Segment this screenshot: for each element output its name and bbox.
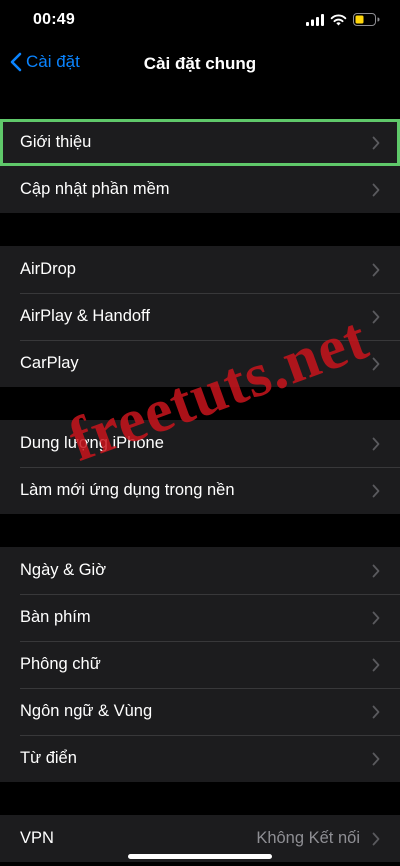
settings-row[interactable]: Làm mới ứng dụng trong nền [0,467,400,514]
settings-row[interactable]: Phông chữ [0,641,400,688]
section-spacer [0,387,400,420]
section-spacer [0,782,400,815]
settings-row[interactable]: Bàn phím [0,594,400,641]
settings-row[interactable]: Cập nhật phần mềm [0,166,400,213]
settings-row[interactable]: Từ điển [0,735,400,782]
settings-row[interactable]: Ngày & Giờ [0,547,400,594]
status-bar: 00:49 [0,0,400,44]
settings-row-label: Từ điển [20,749,77,767]
settings-row-label: Ngày & Giờ [20,561,107,579]
settings-group: AirDrop AirPlay & Handoff CarPlay [0,246,400,387]
settings-row[interactable]: Dung lượng iPhone [0,420,400,467]
chevron-right-icon [372,564,380,577]
battery-icon [353,13,380,26]
settings-row-value: Không Kết nối [256,829,360,847]
settings-row-label: Giới thiệu [20,133,92,151]
settings-row-label: Ngôn ngữ & Vùng [20,702,153,720]
settings-row-label: CarPlay [20,354,79,372]
chevron-right-icon [372,357,380,370]
chevron-right-icon [372,310,380,323]
chevron-right-icon [372,136,380,149]
chevron-right-icon [372,437,380,450]
chevron-right-icon [372,183,380,196]
section-spacer [0,514,400,547]
home-indicator[interactable] [128,854,272,859]
settings-group: Dung lượng iPhone Làm mới ứng dụng trong … [0,420,400,514]
settings-row[interactable]: AirDrop [0,246,400,293]
settings-group: Ngày & Giờ Bàn phím Phông chữ Ngôn ngữ & Vù… [0,547,400,782]
settings-row[interactable]: Giới thiệu [0,119,400,166]
settings-row[interactable]: Ngôn ngữ & Vùng [0,688,400,735]
settings-row-label: Cập nhật phần mềm [20,180,170,198]
wifi-icon [330,14,347,25]
settings-group: Giới thiệu Cập nhật phần mềm [0,119,400,213]
navigation-bar: Cài đặt Cài đặt chung [0,44,400,86]
settings-row-label: Làm mới ứng dụng trong nền [20,481,235,499]
settings-row-label: AirDrop [20,260,76,278]
signal-icon [306,13,324,26]
settings-row[interactable]: AirPlay & Handoff [0,293,400,340]
settings-row-label: Bàn phím [20,608,91,626]
chevron-right-icon [372,484,380,497]
status-time: 00:49 [33,11,75,28]
settings-row-label: Dung lượng iPhone [20,434,164,452]
settings-row-label: VPN [20,829,54,847]
settings-row[interactable]: CarPlay [0,340,400,387]
chevron-right-icon [372,263,380,276]
chevron-right-icon [372,705,380,718]
chevron-right-icon [372,611,380,624]
status-icons [306,13,380,26]
page-title: Cài đặt chung [143,54,257,73]
section-spacer [0,86,400,119]
chevron-right-icon [372,752,380,765]
settings-list: Giới thiệu Cập nhật phần mềm AirDrop AirPla… [0,86,400,862]
settings-row-label: AirPlay & Handoff [20,307,150,325]
settings-row-label: Phông chữ [20,655,101,673]
chevron-right-icon [372,832,380,845]
section-spacer [0,213,400,246]
chevron-right-icon [372,658,380,671]
